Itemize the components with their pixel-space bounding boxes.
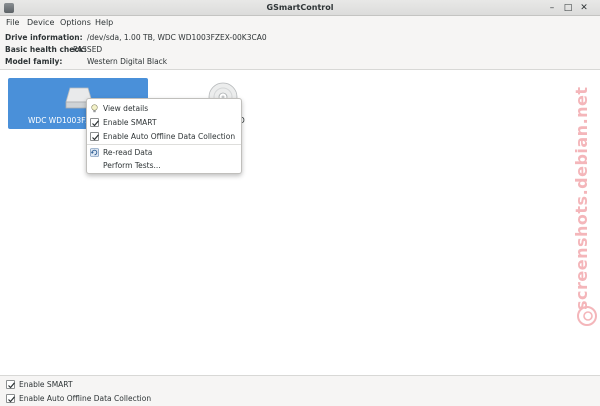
perform-tests-label: Perform Tests... — [103, 161, 161, 170]
title-bar: GSmartControl – □ ✕ — [0, 0, 600, 16]
drive-information-value: /dev/sda, 1.00 TB, WDC WD1003FZEX-00K3CA… — [87, 33, 267, 42]
debian-swirl-icon — [577, 306, 597, 326]
model-family-label: Model family: — [5, 57, 63, 66]
watermark-text: screenshots.debian.net — [572, 86, 591, 310]
enable-smart-checkbox[interactable] — [90, 118, 99, 127]
drive-label-sda: WDC WD1003FZ — [28, 116, 91, 125]
view-details-label: View details — [103, 104, 149, 113]
lightbulb-icon — [91, 104, 98, 113]
close-button[interactable]: ✕ — [578, 2, 590, 14]
enable-smart-option-label: Enable SMART — [19, 380, 73, 389]
health-check-value: PASSED — [73, 45, 103, 54]
menu-device[interactable]: Device — [27, 18, 54, 27]
menu-item-enable-auto-offline[interactable]: Enable Auto Offline Data Collection — [87, 130, 241, 143]
menu-file[interactable]: File — [6, 18, 19, 27]
drive-information-label: Drive information: — [5, 33, 83, 42]
enable-smart-checkbox-bottom[interactable] — [6, 380, 15, 389]
check-icon — [8, 396, 15, 403]
menu-item-view-details[interactable]: View details — [87, 102, 241, 115]
menu-bar: File Device Options Help — [0, 16, 600, 31]
minimize-button[interactable]: – — [546, 2, 558, 14]
check-icon — [92, 134, 99, 141]
drive-info-panel: Drive information: /dev/sda, 1.00 TB, WD… — [0, 31, 600, 69]
check-icon — [8, 382, 15, 389]
menu-separator — [87, 144, 241, 145]
window-title: GSmartControl — [266, 3, 334, 12]
reread-data-label: Re-read Data — [103, 148, 153, 157]
menu-item-enable-smart[interactable]: Enable SMART — [87, 116, 241, 129]
enable-auto-offline-label: Enable Auto Offline Data Collection — [103, 132, 236, 141]
maximize-button[interactable]: □ — [562, 2, 574, 14]
bottom-options: Enable SMART Enable Auto Offline Data Co… — [0, 375, 600, 406]
menu-item-perform-tests[interactable]: Perform Tests... — [87, 159, 241, 172]
menu-options[interactable]: Options — [60, 18, 91, 27]
enable-auto-offline-option-label: Enable Auto Offline Data Collection — [19, 394, 152, 403]
refresh-icon — [90, 148, 99, 157]
enable-smart-label: Enable SMART — [103, 118, 157, 127]
menu-help[interactable]: Help — [95, 18, 113, 27]
check-icon — [92, 120, 99, 127]
model-family-value: Western Digital Black — [87, 57, 168, 66]
enable-auto-offline-checkbox-bottom[interactable] — [6, 394, 15, 403]
menu-item-reread-data[interactable]: Re-read Data — [87, 146, 241, 159]
enable-auto-offline-checkbox[interactable] — [90, 132, 99, 141]
drive-context-menu: View details Enable SMART Enable Auto Of… — [86, 98, 242, 174]
watermark: screenshots.debian.net — [572, 86, 600, 310]
